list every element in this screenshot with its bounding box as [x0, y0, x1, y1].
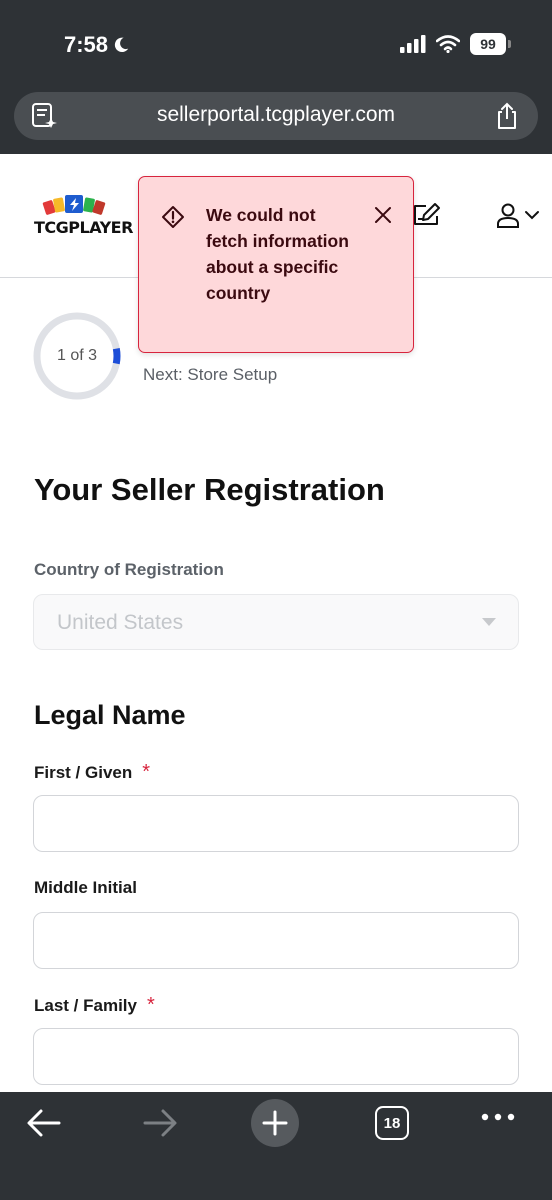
new-tab-button[interactable]	[251, 1099, 299, 1147]
required-asterisk: *	[142, 761, 151, 783]
back-arrow-icon[interactable]	[26, 1106, 62, 1140]
first-name-label: First / Given *	[34, 761, 150, 784]
forward-arrow-icon[interactable]	[142, 1106, 178, 1140]
country-select-value: United States	[57, 611, 184, 634]
required-asterisk: *	[146, 994, 155, 1016]
url-text[interactable]: sellerportal.tcgplayer.com	[14, 103, 538, 127]
browser-top-chrome: 7:58 99 sellerportal.tcgplayer.com	[0, 0, 552, 154]
plus-icon	[262, 1110, 288, 1136]
last-name-input[interactable]	[33, 1028, 519, 1085]
edit-listing-icon[interactable]	[412, 202, 442, 228]
country-label: Country of Registration	[34, 560, 224, 579]
browser-bottom-toolbar: 18	[0, 1092, 552, 1200]
error-toast: We could not fetch information about a s…	[138, 176, 414, 353]
last-name-label-text: Last / Family	[34, 996, 137, 1015]
middle-initial-input[interactable]	[33, 912, 519, 969]
toast-message: We could not fetch information about a s…	[206, 205, 349, 303]
progress-label: 1 of 3	[56, 347, 98, 364]
wifi-icon	[436, 35, 460, 53]
country-select[interactable]: United States	[33, 594, 519, 650]
user-icon	[497, 203, 519, 228]
battery-indicator: 99	[470, 33, 511, 55]
next-step-text: Next: Store Setup	[143, 365, 278, 384]
tcgplayer-logo[interactable]: TCGPLAYER	[34, 194, 133, 237]
middle-initial-label: Middle Initial	[34, 878, 137, 897]
first-name-label-text: First / Given	[34, 763, 133, 782]
cellular-signal-icon	[400, 35, 426, 53]
moon-icon	[114, 37, 129, 53]
page-title: Your Seller Registration	[34, 472, 385, 507]
share-icon[interactable]	[494, 102, 520, 130]
first-name-input[interactable]	[33, 795, 519, 852]
warning-diamond-icon	[162, 206, 184, 228]
url-bar[interactable]: sellerportal.tcgplayer.com	[14, 92, 538, 140]
caret-down-icon	[482, 618, 496, 626]
more-options-icon[interactable]	[481, 1112, 515, 1122]
user-menu[interactable]	[496, 202, 540, 228]
tabs-button[interactable]: 18	[375, 1106, 409, 1140]
close-icon[interactable]	[373, 205, 393, 225]
status-right: 99	[400, 33, 511, 55]
status-time-text: 7:58	[64, 32, 109, 57]
progress-ring: 1 of 3	[32, 311, 122, 401]
legal-name-heading: Legal Name	[34, 700, 186, 730]
logo-cards-icon	[42, 195, 106, 215]
logo-text: TCGPLAYER	[34, 218, 133, 237]
status-time: 7:58	[64, 32, 130, 58]
chevron-down-icon	[525, 211, 539, 220]
last-name-label: Last / Family *	[34, 994, 155, 1017]
